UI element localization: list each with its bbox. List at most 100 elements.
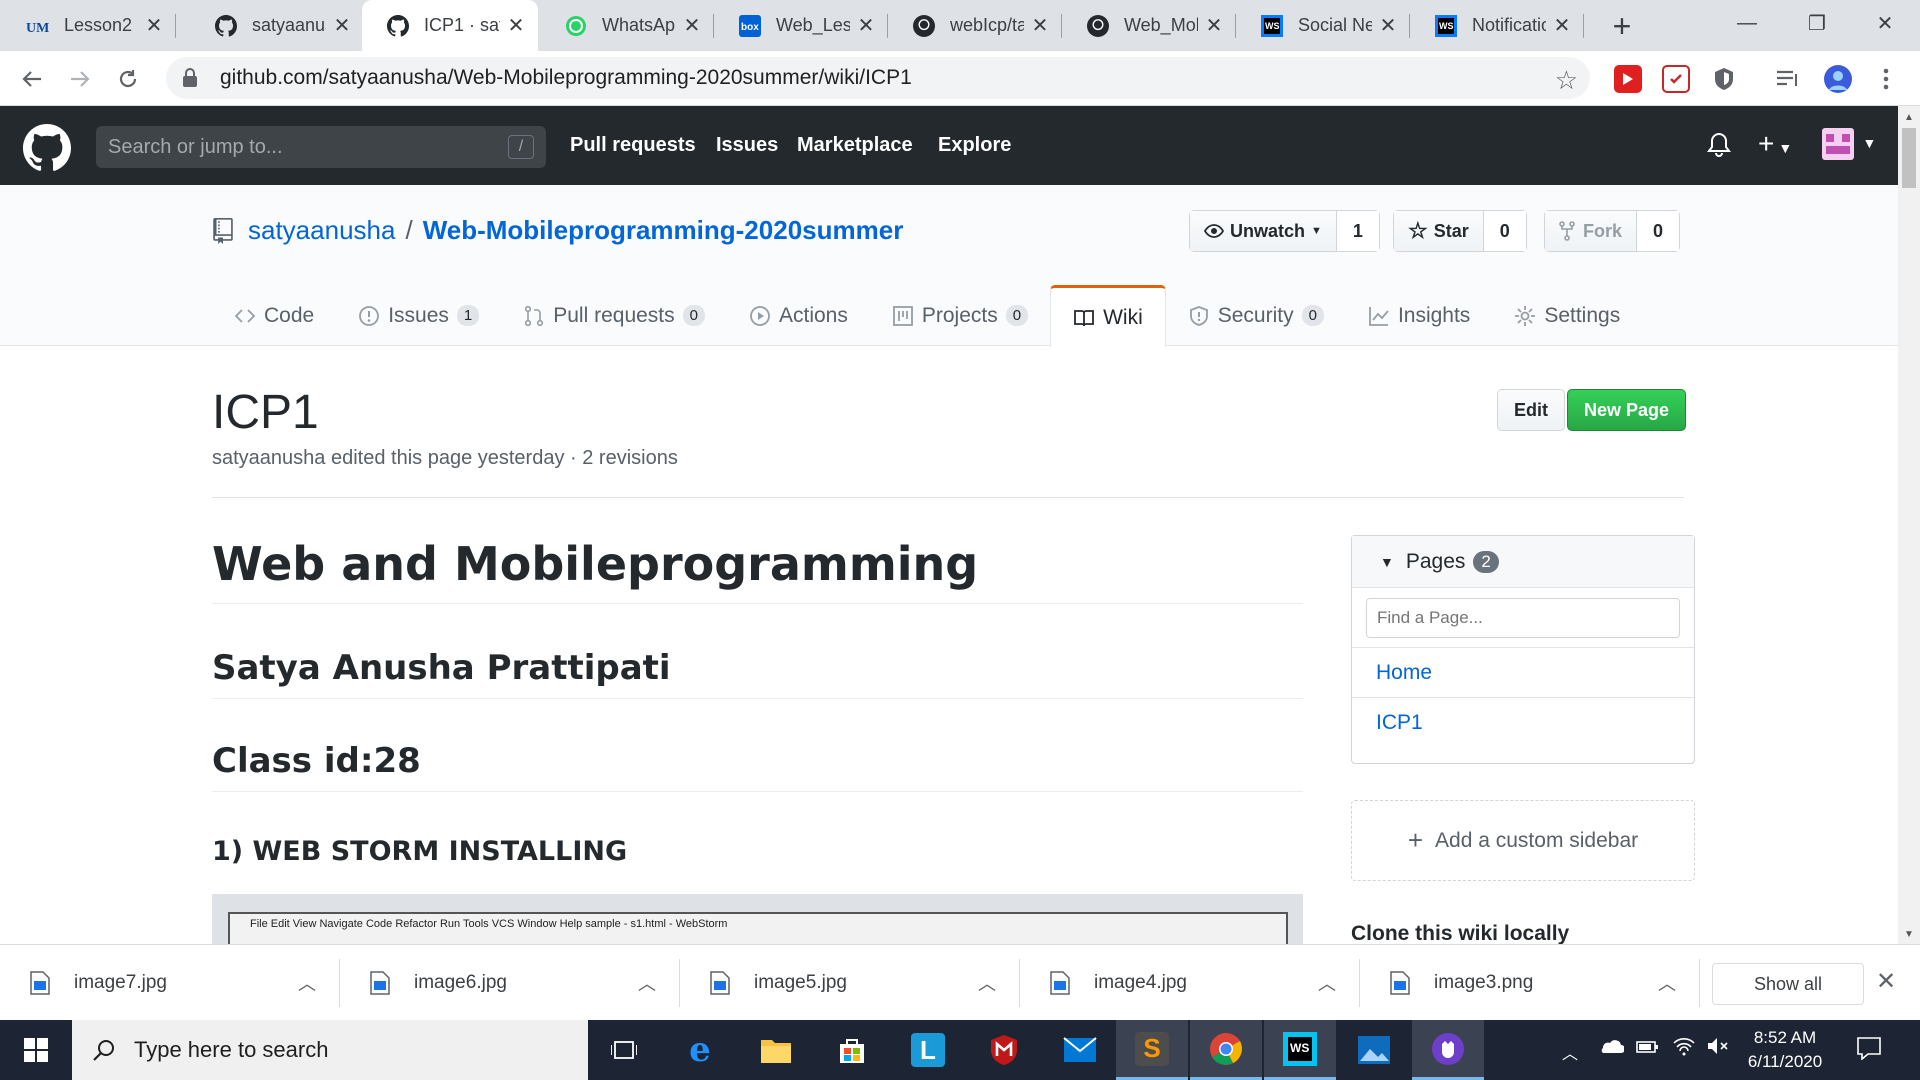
unwatch-button[interactable]: Unwatch ▼ bbox=[1190, 211, 1337, 251]
close-icon[interactable]: ✕ bbox=[1552, 13, 1572, 38]
nav-pull-requests[interactable]: Pull requests bbox=[570, 134, 696, 157]
find-page-input[interactable] bbox=[1366, 598, 1680, 638]
address-bar[interactable]: github.com/satyaanusha/Web-Mobileprogram… bbox=[166, 57, 1590, 99]
file-explorer-icon[interactable] bbox=[740, 1020, 812, 1080]
page-scrollbar[interactable]: ▲ ▼ bbox=[1898, 106, 1920, 944]
photos-icon[interactable] bbox=[1338, 1020, 1410, 1080]
notifications-icon[interactable] bbox=[1856, 1036, 1882, 1065]
tab-insights[interactable]: Insights bbox=[1346, 285, 1492, 346]
tab-code[interactable]: Code bbox=[212, 285, 336, 346]
edit-button[interactable]: Edit bbox=[1497, 389, 1565, 431]
github-logo-icon[interactable] bbox=[23, 124, 71, 172]
taskbar-search-box[interactable]: Type here to search bbox=[72, 1020, 588, 1080]
nav-marketplace[interactable]: Marketplace bbox=[797, 134, 913, 157]
page-link-icp1[interactable]: ICP1 bbox=[1352, 698, 1694, 748]
show-all-downloads-button[interactable]: Show all bbox=[1712, 963, 1864, 1005]
forks-count[interactable]: 0 bbox=[1637, 211, 1680, 251]
battery-icon[interactable] bbox=[1636, 1038, 1660, 1061]
chevron-up-icon[interactable]: ︿ bbox=[1318, 970, 1336, 996]
sublime-text-icon[interactable]: S bbox=[1116, 1020, 1188, 1080]
browser-tab[interactable]: webIcp/ta ✕ bbox=[888, 0, 1062, 51]
close-icon[interactable]: ✕ bbox=[682, 13, 702, 38]
chevron-up-icon[interactable]: ︿ bbox=[298, 970, 316, 996]
window-close-button[interactable]: ✕ bbox=[1850, 0, 1920, 46]
new-page-button[interactable]: New Page bbox=[1567, 389, 1687, 431]
star-button[interactable]: ☆ Star bbox=[1394, 211, 1484, 251]
tab-pull-requests[interactable]: Pull requests 0 bbox=[501, 285, 727, 346]
browser-tab[interactable]: WS Notification ✕ bbox=[1410, 0, 1584, 51]
webstorm-icon[interactable]: WS bbox=[1264, 1020, 1336, 1080]
browser-tab[interactable]: box Web_Lesson ✕ bbox=[714, 0, 888, 51]
close-icon[interactable]: ✕ bbox=[144, 13, 164, 38]
bell-icon[interactable] bbox=[1707, 132, 1731, 158]
close-icon[interactable]: ✕ bbox=[1378, 13, 1398, 38]
browser-tab[interactable]: WhatsApp ✕ bbox=[540, 0, 714, 51]
close-downloads-icon[interactable]: ✕ bbox=[1876, 967, 1896, 996]
download-item[interactable]: image3.png ︿ bbox=[1360, 945, 1700, 1021]
onedrive-icon[interactable] bbox=[1598, 1038, 1625, 1059]
mail-icon[interactable] bbox=[1044, 1020, 1116, 1080]
mcafee-icon[interactable] bbox=[968, 1020, 1040, 1080]
show-hidden-icons[interactable]: ︿ bbox=[1562, 1040, 1578, 1064]
download-item[interactable]: image6.jpg ︿ bbox=[340, 945, 680, 1021]
tab-security[interactable]: Security 0 bbox=[1166, 285, 1346, 346]
browser-menu-icon[interactable] bbox=[1872, 65, 1900, 93]
system-clock[interactable]: 8:52 AM 6/11/2020 bbox=[1730, 1026, 1840, 1074]
l-app-icon[interactable]: L bbox=[892, 1020, 964, 1080]
tab-actions[interactable]: Actions bbox=[727, 285, 870, 346]
scroll-up-icon[interactable]: ▲ bbox=[1904, 112, 1914, 123]
user-avatar-dropdown[interactable]: ▼ bbox=[1822, 128, 1876, 160]
github-search-input[interactable]: Search or jump to... / bbox=[96, 126, 546, 168]
restore-button[interactable]: ❐ bbox=[1782, 0, 1852, 46]
extension-calendar-icon[interactable] bbox=[1662, 65, 1690, 93]
back-button[interactable] bbox=[12, 59, 52, 99]
forward-button[interactable] bbox=[60, 59, 100, 99]
task-view-icon[interactable] bbox=[588, 1020, 660, 1080]
wifi-icon[interactable] bbox=[1672, 1036, 1696, 1061]
microsoft-store-icon[interactable] bbox=[816, 1020, 888, 1080]
shield-extension-icon[interactable] bbox=[1710, 65, 1738, 93]
download-item[interactable]: image5.jpg ︿ bbox=[680, 945, 1020, 1021]
close-icon[interactable]: ✕ bbox=[1204, 13, 1224, 38]
download-item[interactable]: image7.jpg ︿ bbox=[0, 945, 340, 1021]
profile-avatar[interactable] bbox=[1824, 65, 1852, 93]
minimize-button[interactable]: — bbox=[1712, 0, 1782, 46]
volume-muted-icon[interactable] bbox=[1706, 1036, 1730, 1061]
pages-header[interactable]: ▼ Pages 2 bbox=[1352, 536, 1694, 588]
scroll-down-icon[interactable]: ▼ bbox=[1904, 929, 1914, 940]
extension-red-icon[interactable] bbox=[1614, 65, 1642, 93]
close-icon[interactable]: ✕ bbox=[856, 13, 876, 38]
fork-button[interactable]: Fork bbox=[1545, 211, 1638, 251]
reload-button[interactable] bbox=[108, 59, 148, 99]
embedded-screenshot-image[interactable]: File Edit View Navigate Code Refactor Ru… bbox=[212, 894, 1303, 944]
page-link-home[interactable]: Home bbox=[1352, 648, 1694, 698]
browser-tab[interactable]: satyaanusha ✕ bbox=[190, 0, 364, 51]
create-new-dropdown[interactable]: + ▼ bbox=[1758, 128, 1792, 160]
edge-browser-icon[interactable]: e bbox=[664, 1020, 736, 1080]
media-queue-icon[interactable] bbox=[1774, 65, 1802, 93]
scrollbar-thumb[interactable] bbox=[1902, 128, 1916, 188]
watchers-count[interactable]: 1 bbox=[1336, 211, 1379, 251]
close-icon[interactable]: ✕ bbox=[1030, 13, 1050, 38]
tab-projects[interactable]: Projects 0 bbox=[870, 285, 1050, 346]
download-item[interactable]: image4.jpg ︿ bbox=[1020, 945, 1360, 1021]
add-custom-sidebar-button[interactable]: + Add a custom sidebar bbox=[1351, 800, 1695, 881]
tab-wiki[interactable]: Wiki bbox=[1050, 285, 1166, 347]
start-button[interactable] bbox=[0, 1020, 72, 1080]
browser-tab-active[interactable]: ICP1 · satyaanusha ✕ bbox=[362, 0, 538, 51]
close-icon[interactable]: ✕ bbox=[332, 13, 352, 38]
browser-tab[interactable]: Web_Mobile ✕ bbox=[1062, 0, 1236, 51]
repo-owner-link[interactable]: satyaanusha bbox=[248, 215, 395, 246]
close-icon[interactable]: ✕ bbox=[506, 13, 526, 38]
repo-name-link[interactable]: Web-Mobileprogramming-2020summer bbox=[423, 215, 904, 246]
bookmark-star-icon[interactable]: ☆ bbox=[1555, 65, 1578, 96]
nav-explore[interactable]: Explore bbox=[938, 134, 1011, 157]
github-desktop-icon[interactable] bbox=[1412, 1020, 1484, 1080]
chevron-up-icon[interactable]: ︿ bbox=[638, 970, 656, 996]
browser-tab[interactable]: WS Social Net ✕ bbox=[1236, 0, 1410, 51]
tab-settings[interactable]: Settings bbox=[1492, 285, 1642, 346]
new-tab-button[interactable]: + bbox=[1604, 8, 1640, 44]
chevron-up-icon[interactable]: ︿ bbox=[1658, 970, 1676, 996]
chevron-up-icon[interactable]: ︿ bbox=[978, 970, 996, 996]
tab-issues[interactable]: Issues 1 bbox=[336, 285, 501, 346]
